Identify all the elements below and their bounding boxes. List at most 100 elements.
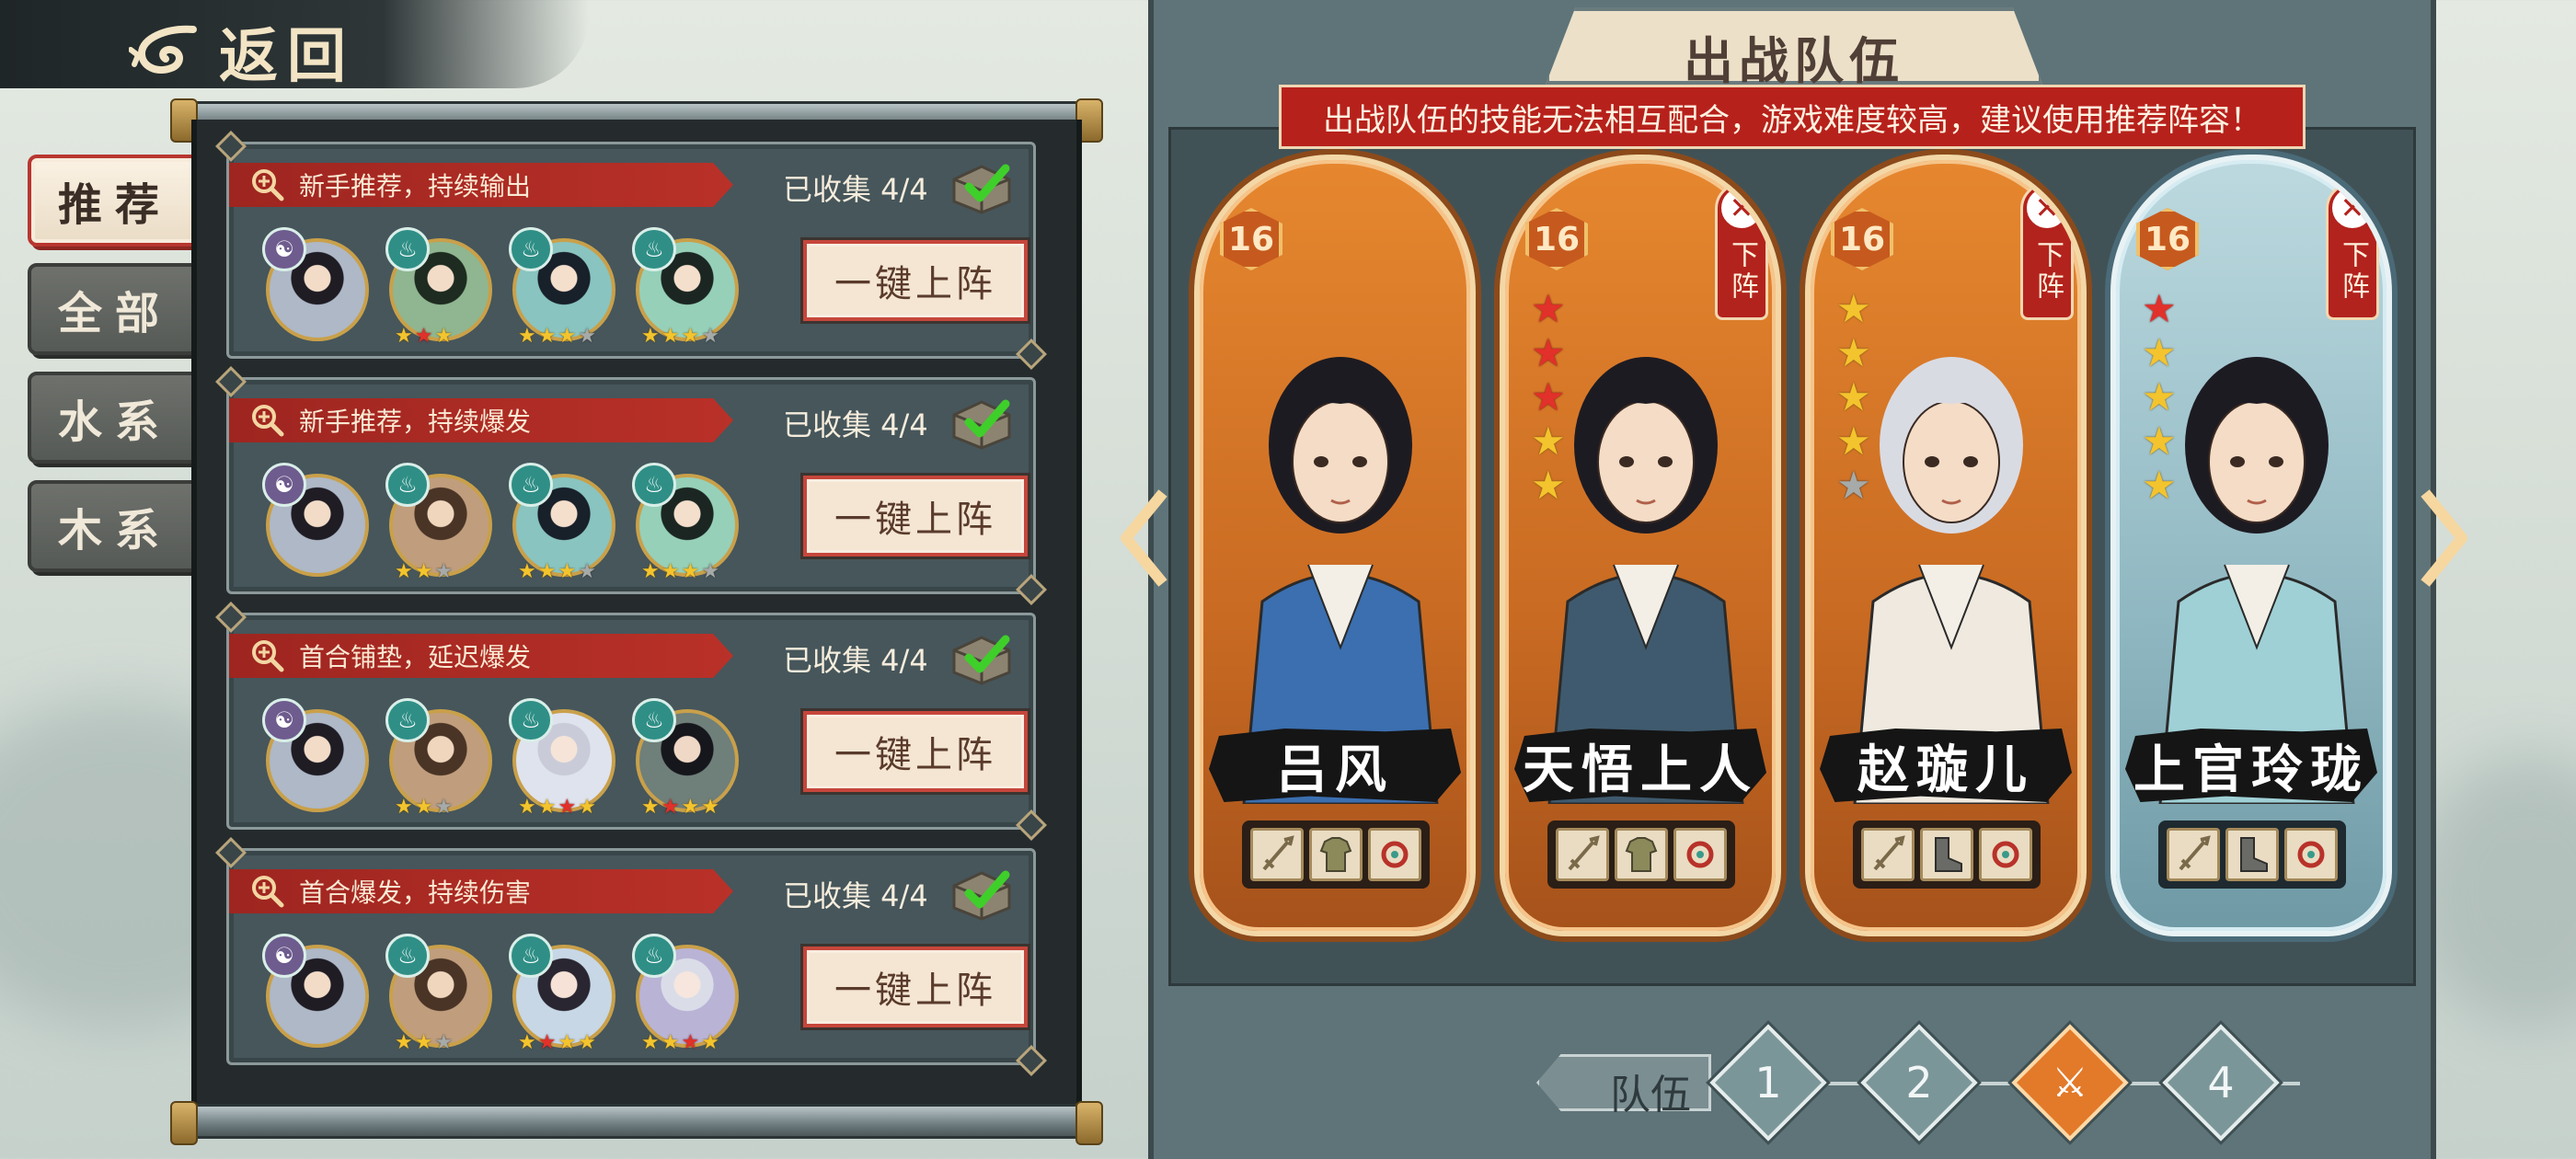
one-click-deploy-button[interactable]: 一键上阵	[803, 711, 1028, 792]
equipment-slot[interactable]	[2225, 828, 2279, 881]
close-icon: ✕	[2024, 185, 2070, 231]
red-star-icon: ★	[1531, 330, 1566, 375]
recommended-team-scroll[interactable]: 新手推荐，持续输出 已收集 4/4 ☯ ♨ ★ ★ ★ ♨ ★ ★ ★ ★ ♨ ★ ★ ★ ★ 一键上阵 新手推荐，…	[191, 120, 1082, 1113]
collected-count: 已收集 4/4	[783, 172, 928, 207]
water-element-icon: ♨	[509, 227, 553, 271]
team-tag: 新手推荐，持续输出	[229, 163, 733, 207]
water-element-icon: ♨	[632, 227, 676, 271]
red-star-icon: ★	[414, 325, 433, 348]
character-card[interactable]: 16 ★ ★ ★ ★ ★ ✕ 下阵 天悟上人	[1500, 155, 1781, 936]
one-click-deploy-button[interactable]: 一键上阵	[803, 240, 1028, 321]
gold-star-icon: ★	[1531, 419, 1566, 464]
equipment-slot[interactable]	[1979, 828, 2032, 881]
next-arrow-icon[interactable]	[2416, 488, 2471, 589]
team-slot-button[interactable]: 2	[1860, 1024, 1978, 1142]
member-avatar[interactable]: ♨ ★ ★ ★	[385, 463, 494, 582]
equipment-slot[interactable]	[2167, 828, 2220, 881]
team-slot-number: 2	[1905, 1058, 1933, 1107]
equipment-slot[interactable]	[1673, 828, 1727, 881]
star-rating: ★ ★ ★	[395, 1033, 453, 1053]
equipment-slot[interactable]	[1368, 828, 1421, 881]
member-avatar[interactable]: ☯	[262, 934, 371, 1051]
magnify-plus-icon[interactable]	[249, 873, 286, 910]
yinyang-element-icon: ☯	[262, 934, 306, 978]
water-element-icon: ♨	[385, 934, 430, 978]
yinyang-element-icon: ☯	[262, 227, 306, 271]
water-element-icon: ♨	[385, 698, 430, 742]
member-avatar[interactable]: ☯	[262, 698, 371, 816]
team-warning: 出战队伍的技能无法相互配合，游戏难度较高，建议使用推荐阵容！	[1279, 85, 2306, 149]
remove-from-team-button[interactable]: ✕ 下阵	[2326, 182, 2379, 320]
equipment-slot[interactable]	[1556, 828, 1609, 881]
gold-star-icon: ★	[641, 1031, 660, 1054]
yinyang-element-icon: ☯	[262, 698, 306, 742]
category-tab[interactable]: 水系	[28, 372, 202, 464]
member-avatar[interactable]: ♨ ★ ★ ★ ★	[509, 463, 617, 583]
equipment-slot[interactable]	[1250, 828, 1304, 881]
water-element-icon: ♨	[385, 227, 430, 271]
equipment-slot[interactable]	[1861, 828, 1915, 881]
category-tab[interactable]: 推荐	[28, 155, 202, 247]
gold-star-icon: ★	[537, 560, 557, 583]
character-card[interactable]: 16 吕风	[1194, 155, 1476, 936]
one-click-deploy-button[interactable]: 一键上阵	[803, 947, 1028, 1027]
star-rating: ★ ★ ★ ★	[518, 327, 596, 347]
team-slot-button[interactable]: ⚔	[2011, 1024, 2129, 1142]
gold-star-icon: ★	[641, 560, 660, 583]
equipment-slot[interactable]	[2284, 828, 2338, 881]
cloud-back-icon	[129, 25, 197, 74]
equipment-slot[interactable]	[1309, 828, 1363, 881]
member-avatar[interactable]: ♨ ★ ★ ★	[385, 934, 494, 1053]
member-avatar[interactable]: ☯	[262, 463, 371, 580]
gold-star-icon: ★	[2142, 330, 2177, 375]
gold-star-icon: ★	[414, 796, 433, 819]
character-name: 上官玲珑	[2125, 729, 2377, 802]
prev-arrow-icon[interactable]	[1117, 488, 1172, 589]
one-click-deploy-button[interactable]: 一键上阵	[803, 476, 1028, 557]
water-element-icon: ♨	[509, 698, 553, 742]
member-avatar[interactable]: ♨ ★ ★ ★ ★	[632, 227, 741, 347]
gold-star-icon: ★	[661, 325, 680, 348]
remove-from-team-button[interactable]: ✕ 下阵	[2020, 182, 2074, 320]
gold-star-icon: ★	[395, 325, 413, 348]
panel-title: 出战队伍	[1684, 32, 1904, 90]
member-avatar[interactable]: ♨ ★ ★ ★ ★	[632, 934, 741, 1053]
red-star-icon: ★	[661, 796, 680, 819]
category-tab[interactable]: 木系	[28, 480, 202, 572]
member-avatar[interactable]: ♨ ★ ★ ★	[385, 698, 494, 819]
member-avatar[interactable]: ☯	[262, 227, 371, 345]
team-tag: 新手推荐，持续爆发	[229, 398, 733, 442]
magnify-plus-icon[interactable]	[249, 166, 286, 203]
character-card[interactable]: 16 ★ ★ ★ ★ ★ ✕ 下阵 上官玲珑	[2110, 155, 2392, 936]
sword-icon	[1873, 835, 1905, 871]
team-tag-label: 新手推荐，持续输出	[299, 171, 532, 201]
star-rating: ★ ★ ★ ★	[641, 327, 719, 347]
member-avatar[interactable]: ♨ ★ ★ ★ ★	[632, 698, 741, 819]
magnify-plus-icon[interactable]	[249, 637, 286, 674]
boots-icon	[1935, 837, 1962, 872]
member-avatar[interactable]: ♨ ★ ★ ★ ★	[632, 463, 741, 583]
category-tab[interactable]: 全部	[28, 263, 202, 355]
back-button[interactable]: 返回	[129, 9, 355, 94]
member-avatar[interactable]: ♨ ★ ★ ★	[385, 227, 494, 348]
star-rating: ★ ★ ★ ★	[641, 1033, 719, 1053]
team-slot-button[interactable]: 4	[2162, 1024, 2280, 1142]
remove-label: 下阵	[1726, 240, 1758, 303]
equipment-slot[interactable]	[1920, 828, 1973, 881]
gray-star-icon: ★	[1836, 463, 1871, 508]
red-star-icon: ★	[1531, 374, 1566, 419]
equipment-slot[interactable]	[1615, 828, 1668, 881]
star-rating: ★ ★ ★ ★ ★	[1531, 289, 1566, 506]
remove-from-team-button[interactable]: ✕ 下阵	[1715, 182, 1768, 320]
member-avatar[interactable]: ♨ ★ ★ ★ ★	[509, 227, 617, 347]
team-tag-label: 首合爆发，持续伤害	[299, 878, 532, 908]
gold-star-icon: ★	[2142, 374, 2177, 419]
character-card[interactable]: 16 ★ ★ ★ ★ ★ ✕ 下阵 赵璇儿	[1805, 155, 2087, 936]
gold-star-icon: ★	[1836, 286, 1871, 331]
star-rating: ★ ★ ★ ★ ★	[2142, 289, 2177, 506]
magnify-plus-icon[interactable]	[249, 402, 286, 439]
team-slot-button[interactable]: 1	[1709, 1024, 1827, 1142]
member-avatar[interactable]: ♨ ★ ★ ★ ★	[509, 934, 617, 1053]
member-avatar[interactable]: ♨ ★ ★ ★ ★	[509, 698, 617, 819]
gold-star-icon: ★	[537, 796, 557, 819]
